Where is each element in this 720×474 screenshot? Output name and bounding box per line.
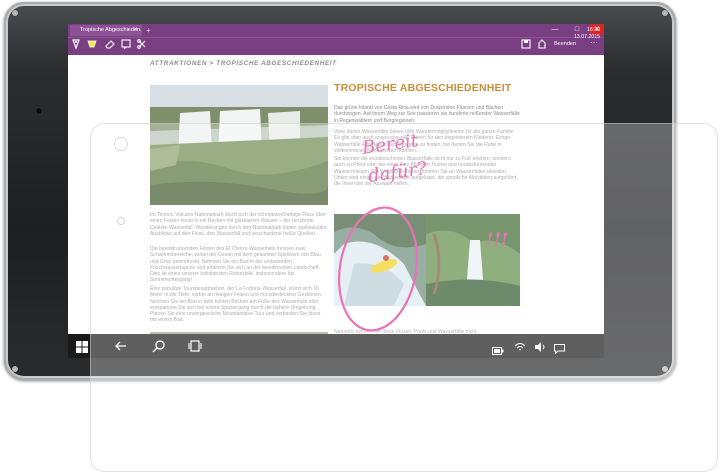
corner-screw xyxy=(662,10,668,16)
clock-time: 16:30 xyxy=(587,27,600,33)
glass-protector xyxy=(90,123,718,472)
start-icon[interactable] xyxy=(76,340,88,358)
clock-date: 13.07.2015 xyxy=(574,34,600,40)
camera-cutout xyxy=(114,137,128,151)
corner-screw xyxy=(12,10,18,16)
system-clock[interactable]: 16:30 13.07.2015 xyxy=(568,27,600,41)
front-camera xyxy=(36,108,42,114)
sensor-cutout xyxy=(117,217,125,225)
corner-screw xyxy=(12,366,18,372)
